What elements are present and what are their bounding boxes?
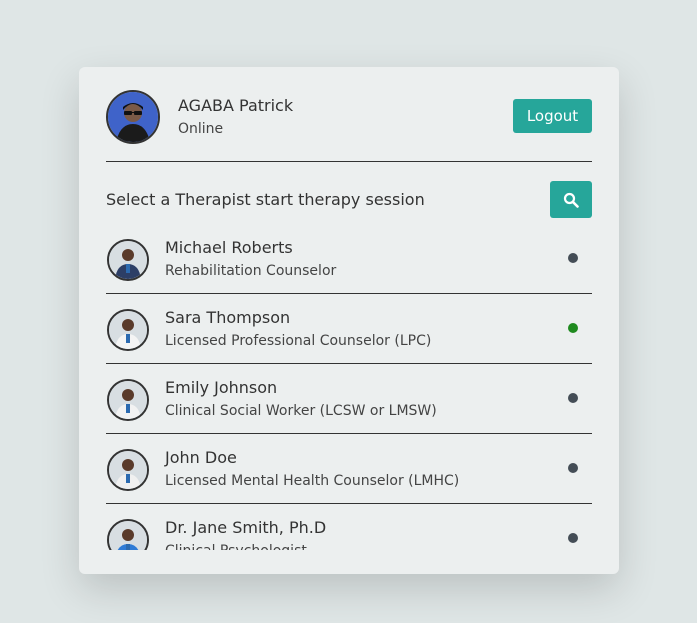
chat-panel: AGABA Patrick Online Logout Select a The… xyxy=(79,67,619,574)
search-button[interactable] xyxy=(550,181,592,218)
therapist-row[interactable]: Michael Roberts Rehabilitation Counselor xyxy=(106,224,592,294)
therapist-title: Licensed Professional Counselor (LPC) xyxy=(165,333,432,349)
search-icon xyxy=(563,192,579,208)
header-divider xyxy=(106,161,592,162)
therapist-title: Clinical Social Worker (LCSW or LMSW) xyxy=(165,403,437,419)
status-dot xyxy=(568,463,578,473)
therapist-row[interactable]: Emily Johnson Clinical Social Worker (LCS… xyxy=(106,364,592,434)
therapist-name: Emily Johnson xyxy=(165,378,278,397)
therapist-name: John Doe xyxy=(165,448,237,467)
status-dot xyxy=(568,533,578,543)
therapist-avatar xyxy=(107,239,149,281)
user-avatar xyxy=(106,90,160,144)
user-header: AGABA Patrick Online Logout xyxy=(106,90,592,144)
therapist-avatar xyxy=(107,519,149,550)
therapist-name: Michael Roberts xyxy=(165,238,293,257)
status-dot xyxy=(568,253,578,263)
status-dot xyxy=(568,393,578,403)
logout-button[interactable]: Logout xyxy=(513,99,592,133)
therapist-name: Dr. Jane Smith, Ph.D xyxy=(165,518,327,537)
status-dot xyxy=(568,323,578,333)
therapist-avatar xyxy=(107,449,149,491)
therapist-title: Rehabilitation Counselor xyxy=(165,263,337,279)
therapist-avatar xyxy=(107,379,149,421)
therapist-title: Clinical Psychologist xyxy=(165,543,307,550)
therapist-title: Licensed Mental Health Counselor (LMHC) xyxy=(165,473,460,489)
search-label: Select a Therapist start therapy session xyxy=(106,190,425,209)
therapist-name: Sara Thompson xyxy=(165,308,291,327)
therapist-row[interactable]: Sara Thompson Licensed Professional Couns… xyxy=(106,294,592,364)
user-name: AGABA Patrick xyxy=(178,96,294,115)
user-status: Online xyxy=(178,121,224,137)
search-row: Select a Therapist start therapy session xyxy=(106,181,592,218)
therapist-row[interactable]: John Doe Licensed Mental Health Counselor… xyxy=(106,434,592,504)
therapist-avatar xyxy=(107,309,149,351)
therapist-list: Michael Roberts Rehabilitation Counselor S… xyxy=(106,224,592,550)
therapist-row[interactable]: Dr. Jane Smith, Ph.D Clinical Psychologis… xyxy=(106,504,592,550)
